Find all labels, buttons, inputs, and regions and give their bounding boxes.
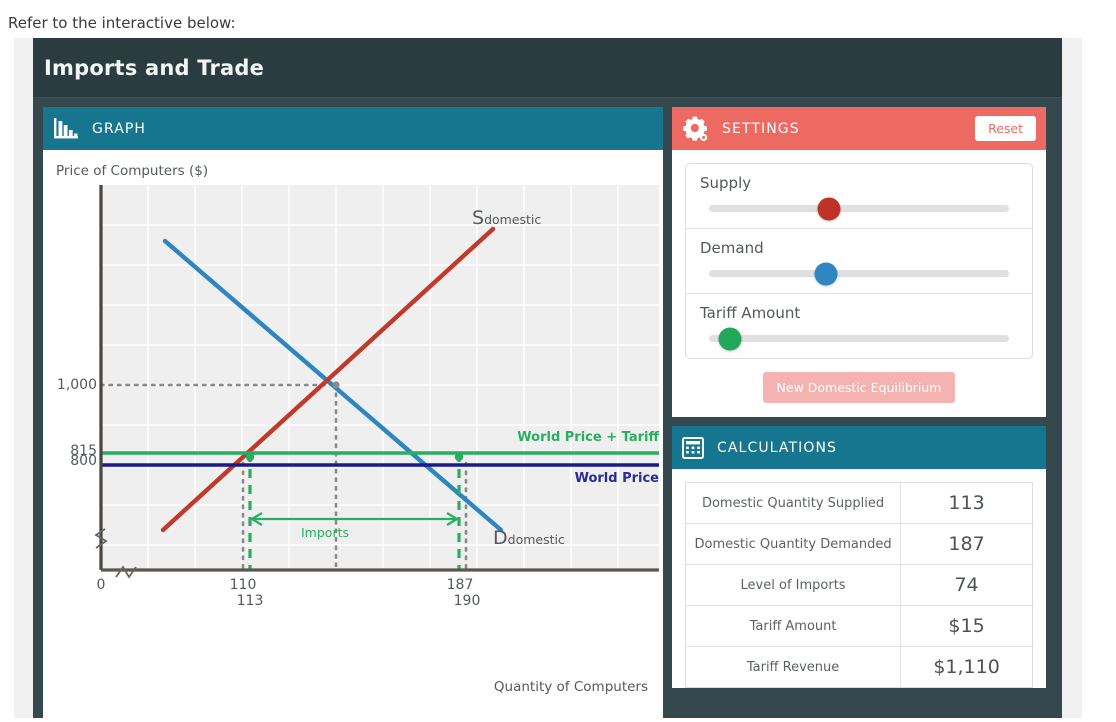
calc-value-tariff-revenue: $1,110 [933,656,1000,678]
settings-panel-title: SETTINGS [722,120,800,137]
y-tick-label-1000: 1,000 [56,377,97,393]
sliders-container: Supply Demand Tariff Amount [685,163,1033,359]
equilibrium-button-wrap: New Domestic Equilibrium [672,372,1046,417]
interactive-app-window: Imports and Trade GRAPH Price of Compute… [33,38,1062,722]
slider-label-supply: Supply [700,174,752,192]
graph-panel-header: GRAPH [43,107,663,150]
slider-knob-supply[interactable] [817,197,841,220]
app-title: Imports and Trade [44,55,265,80]
supply-intersection-point [245,452,255,462]
slider-track-tariff[interactable] [709,327,1009,350]
app-header: Imports and Trade [33,38,1062,98]
table-row: Level of Imports 74 [685,564,1033,606]
calculations-panel-title: CALCULATIONS [717,439,838,456]
graph-body: Price of Computers ($) Quantity of Compu… [43,150,663,722]
reset-button[interactable]: Reset [975,116,1036,141]
calc-value-tariff-amount: $15 [948,615,985,637]
bar-chart-icon [53,117,79,141]
slider-row-tariff: Tariff Amount [686,294,1032,358]
x-tick-label-190: 190 [453,593,481,609]
calc-label-demanded: Domestic Quantity Demanded [685,523,902,565]
table-row: Tariff Revenue $1,110 [685,646,1033,688]
x-tick-label-110: 110 [229,577,257,593]
calc-label-imports: Level of Imports [685,564,902,606]
world-price-plus-tariff-label: World Price + Tariff [517,430,659,445]
calc-label-tariff-amount: Tariff Amount [685,605,902,647]
graph-panel-title: GRAPH [92,120,147,137]
calculations-panel-header: CALCULATIONS [672,426,1046,469]
slider-track-supply[interactable] [709,197,1009,220]
page-margin-right [1082,38,1116,718]
page-gutter-left [14,38,33,718]
page-gutter-right [1062,38,1082,718]
chart-plot-area: 1,000 815 800 0 110 113 187 190 Sdomesti… [53,185,663,610]
table-row: Domestic Quantity Demanded 187 [685,523,1033,565]
x-axis-title: Quantity of Computers [493,679,648,695]
calc-label-supplied: Domestic Quantity Supplied [685,482,902,524]
app-body: GRAPH Price of Computers ($) Quantity of… [33,98,1062,722]
slider-knob-demand[interactable] [814,262,838,285]
x-tick-label-113: 113 [236,593,264,609]
new-domestic-equilibrium-button[interactable]: New Domestic Equilibrium [762,372,956,403]
slider-knob-tariff[interactable] [718,327,742,350]
calc-label-tariff-revenue: Tariff Revenue [685,646,902,688]
world-price-label: World Price [574,471,659,486]
settings-panel-header: SETTINGS Reset [672,107,1046,150]
slider-label-demand: Demand [700,239,764,257]
table-row: Domestic Quantity Supplied 113 [685,482,1033,524]
intro-text: Refer to the interactive below: [8,14,236,32]
calculations-table: Domestic Quantity Supplied 113 Domestic … [685,482,1033,688]
demand-intersection-point [454,452,464,462]
x-tick-label-0: 0 [96,577,106,593]
calc-value-supplied: 113 [948,492,985,514]
calculator-icon [682,436,704,459]
supply-curve-label: Sdomestic [472,207,542,229]
settings-panel: SETTINGS Reset Supply Demand Tariff Amou… [672,107,1046,417]
calc-value-imports: 74 [954,574,979,596]
domestic-equilibrium-point [332,381,340,389]
calculations-panel: CALCULATIONS Domestic Quantity Supplied … [672,426,1046,688]
slider-label-tariff: Tariff Amount [700,304,801,322]
slider-row-demand: Demand [686,229,1032,294]
slider-track-demand[interactable] [709,262,1009,285]
imports-label: Imports [301,525,349,540]
x-tick-label-187: 187 [446,577,474,593]
calc-value-demanded: 187 [948,533,985,555]
right-column: SETTINGS Reset Supply Demand Tariff Amou… [672,107,1046,722]
table-row: Tariff Amount $15 [685,605,1033,647]
y-axis-title: Price of Computers ($) [56,163,209,179]
graph-panel: GRAPH Price of Computers ($) Quantity of… [43,107,663,722]
supply-demand-chart [94,185,659,579]
y-tick-label-800: 800 [70,453,97,469]
demand-curve-label: Ddomestic [493,527,565,549]
gear-icon [682,115,709,142]
slider-row-supply: Supply [686,164,1032,229]
